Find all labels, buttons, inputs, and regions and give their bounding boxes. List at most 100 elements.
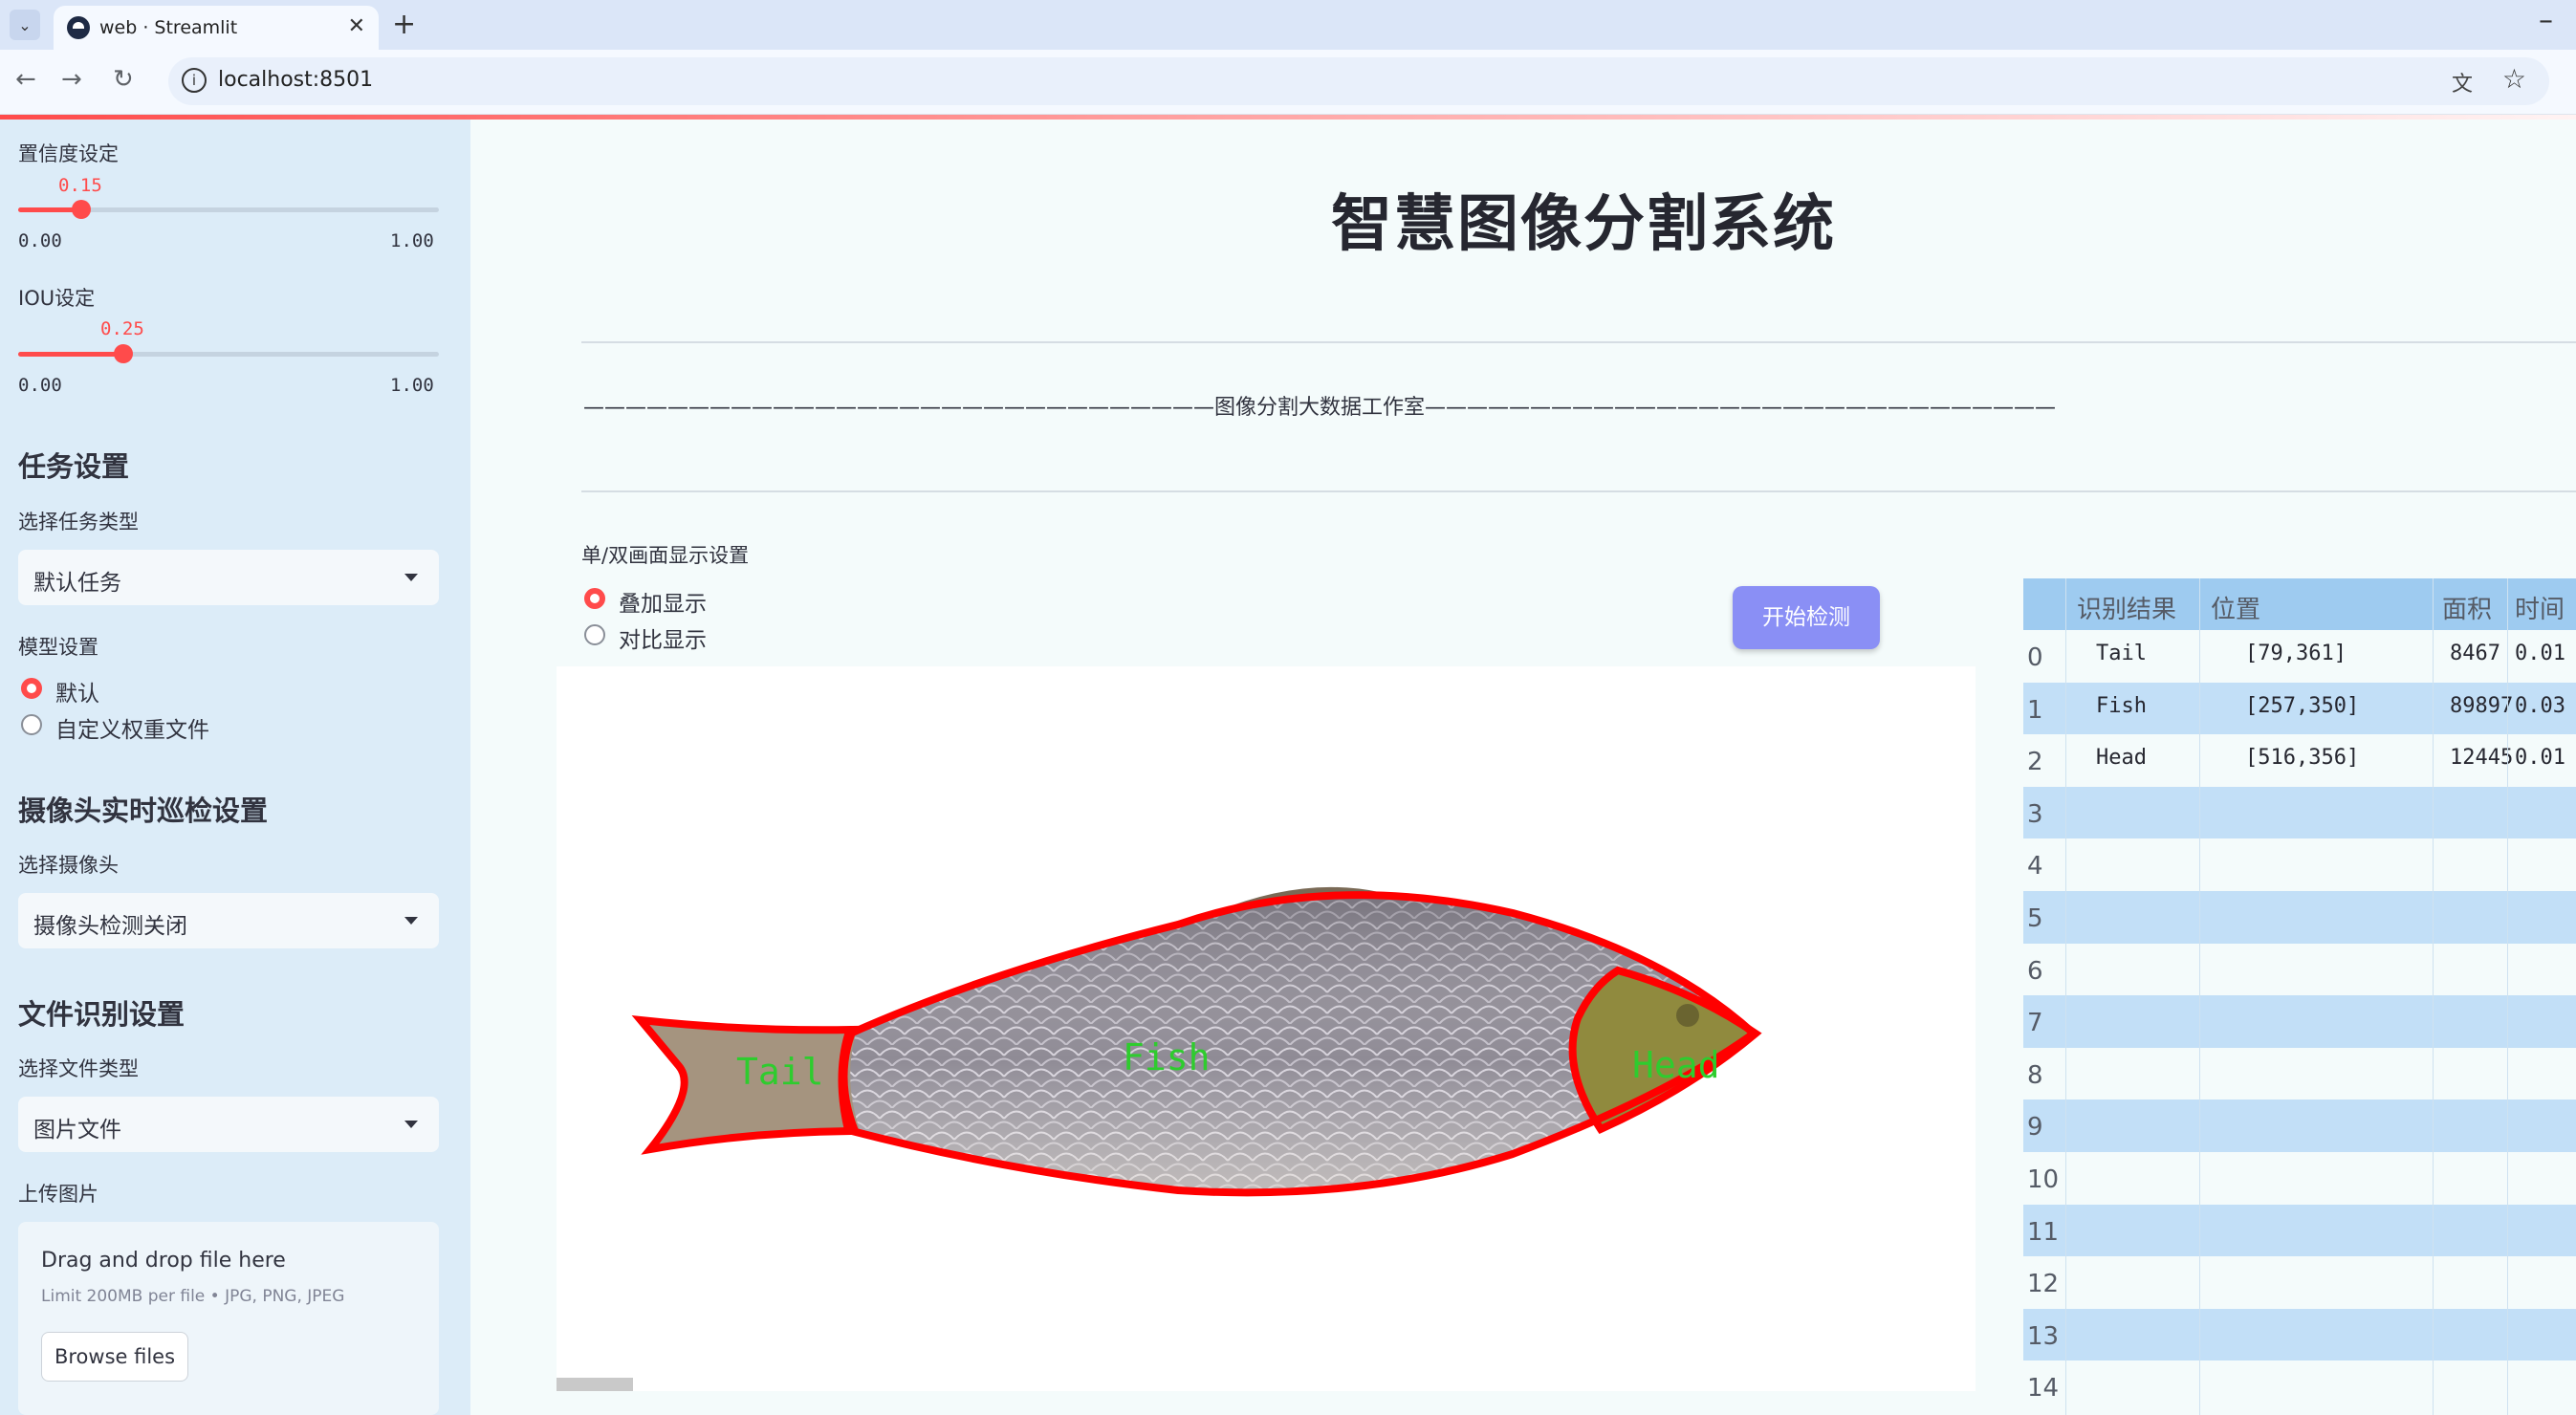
iou-slider[interactable] (18, 344, 439, 363)
sidebar: 置信度设定 0.15 0.00 1.00 IOU设定 0.25 0.00 1.0… (0, 120, 470, 1415)
camera-select-label: 选择摄像头 (18, 854, 119, 877)
column-header-time[interactable]: 时间 (2515, 590, 2565, 625)
cell-result: Head (2096, 746, 2147, 771)
row-index: 2 (2027, 748, 2043, 777)
model-option-label: 默认 (55, 682, 99, 707)
divider (581, 341, 2576, 343)
iou-label: IOU设定 (18, 287, 96, 310)
reload-icon[interactable]: ↻ (113, 65, 134, 94)
confidence-min: 0.00 (18, 230, 62, 251)
task-settings-heading: 任务设置 (18, 450, 130, 483)
minimize-window-icon[interactable]: – (2539, 4, 2553, 37)
table-row[interactable]: 2 Head [516,356] 12445 0.01 (2023, 734, 2576, 787)
column-divider (2433, 578, 2434, 1415)
site-info-icon[interactable]: i (182, 68, 207, 93)
row-index: 6 (2027, 956, 2043, 986)
row-index: 4 (2027, 852, 2043, 882)
browse-files-button[interactable]: Browse files (41, 1332, 188, 1382)
row-index: 0 (2027, 643, 2043, 672)
display-settings-label: 单/双画面显示设置 (581, 544, 750, 567)
file-uploader-dropzone[interactable]: Drag and drop file here Limit 200MB per … (18, 1222, 439, 1415)
cell-area: 89897 (2450, 693, 2514, 718)
task-type-value: 默认任务 (33, 571, 121, 596)
column-header-position[interactable]: 位置 (2211, 590, 2260, 625)
table-row[interactable]: 1 Fish [257,350] 89897 0.03 (2023, 682, 2576, 735)
tab-title: web · Streamlit (99, 17, 238, 38)
row-index: 10 (2027, 1165, 2060, 1194)
url-text[interactable]: localhost:8501 (218, 68, 373, 92)
radio-selected-icon[interactable] (584, 588, 605, 609)
iou-value: 0.25 (100, 318, 144, 339)
table-row[interactable]: 3 (2023, 786, 2576, 839)
streamlit-favicon-icon (67, 16, 90, 39)
divider (581, 490, 2576, 492)
cell-result: Tail (2096, 642, 2147, 665)
row-index: 3 (2027, 799, 2043, 829)
cell-result: Fish (2096, 693, 2147, 718)
results-table[interactable]: 识别结果 位置 面积 时间 0 Tail [79,361] 8467 0.01 1 Fish… (2023, 578, 2576, 1415)
image-caption-strip (557, 1378, 633, 1391)
address-bar: ← → ↻ i localhost:8501 文 ☆ (0, 50, 2576, 115)
column-divider (2065, 578, 2066, 1415)
row-index: 1 (2027, 695, 2043, 725)
tab-search-chevron-icon[interactable]: ⌄ (10, 10, 40, 40)
camera-select[interactable]: 摄像头检测关闭 (18, 893, 439, 948)
table-row[interactable]: 9 (2023, 1099, 2576, 1152)
main-content: 智慧图像分割系统 ——————————————————————————————图… (470, 120, 2576, 1415)
cell-area: 8467 (2450, 642, 2500, 665)
column-header-result[interactable]: 识别结果 (2077, 590, 2176, 625)
new-tab-icon[interactable]: + (392, 8, 416, 41)
table-row[interactable]: 8 (2023, 1047, 2576, 1100)
radio-unselected-icon[interactable] (21, 714, 42, 735)
table-row[interactable]: 11 (2023, 1204, 2576, 1257)
close-tab-icon[interactable]: ✕ (348, 14, 365, 38)
table-row[interactable]: 6 (2023, 943, 2576, 996)
iou-min: 0.00 (18, 375, 62, 396)
start-detection-button[interactable]: 开始检测 (1733, 586, 1880, 649)
radio-selected-icon[interactable] (21, 678, 42, 699)
table-row[interactable]: 12 (2023, 1256, 2576, 1309)
chevron-down-icon (404, 917, 418, 925)
url-field[interactable]: i localhost:8501 文 ☆ (168, 57, 2549, 105)
table-row[interactable]: 13 (2023, 1308, 2576, 1361)
cell-position: [516,356] (2245, 746, 2360, 771)
confidence-value: 0.15 (58, 175, 102, 196)
cell-time: 0.01 (2515, 746, 2565, 771)
table-row[interactable]: 5 (2023, 891, 2576, 944)
confidence-slider[interactable] (18, 200, 439, 219)
browser-tab[interactable]: web · Streamlit ✕ (54, 6, 379, 50)
forward-arrow-icon[interactable]: → (61, 65, 82, 94)
confidence-label: 置信度设定 (18, 142, 119, 165)
confidence-slider-thumb[interactable] (72, 200, 91, 219)
back-arrow-icon[interactable]: ← (15, 65, 36, 94)
tail-label: Tail (736, 1051, 824, 1093)
iou-slider-fill (18, 352, 123, 357)
table-row[interactable]: 0 Tail [79,361] 8467 0.01 (2023, 630, 2576, 683)
row-index: 13 (2027, 1321, 2060, 1351)
row-index: 7 (2027, 1009, 2043, 1038)
row-index: 12 (2027, 1270, 2060, 1299)
file-type-select[interactable]: 图片文件 (18, 1097, 439, 1152)
file-settings-heading: 文件识别设置 (18, 998, 186, 1031)
iou-slider-thumb[interactable] (114, 344, 133, 363)
task-type-label: 选择任务类型 (18, 511, 139, 533)
radio-unselected-icon[interactable] (584, 624, 605, 645)
column-divider (2507, 578, 2508, 1415)
translate-icon[interactable]: 文 (2452, 67, 2473, 98)
table-row[interactable]: 7 (2023, 995, 2576, 1048)
page-title: 智慧图像分割系统 (1331, 189, 1836, 260)
task-type-select[interactable]: 默认任务 (18, 550, 439, 605)
table-row[interactable]: 10 (2023, 1152, 2576, 1205)
display-option-label: 叠加显示 (619, 592, 707, 617)
chevron-down-icon (404, 1121, 418, 1128)
camera-settings-heading: 摄像头实时巡检设置 (18, 795, 269, 827)
bookmark-star-icon[interactable]: ☆ (2502, 63, 2526, 95)
head-label: Head (1632, 1044, 1720, 1086)
column-header-area[interactable]: 面积 (2442, 590, 2492, 625)
cell-position: [257,350] (2245, 693, 2360, 718)
file-type-value: 图片文件 (33, 1118, 121, 1143)
table-row[interactable]: 14 (2023, 1361, 2576, 1413)
table-row[interactable]: 4 (2023, 838, 2576, 891)
table-header: 识别结果 位置 面积 时间 (2023, 578, 2576, 630)
row-index: 8 (2027, 1060, 2043, 1090)
